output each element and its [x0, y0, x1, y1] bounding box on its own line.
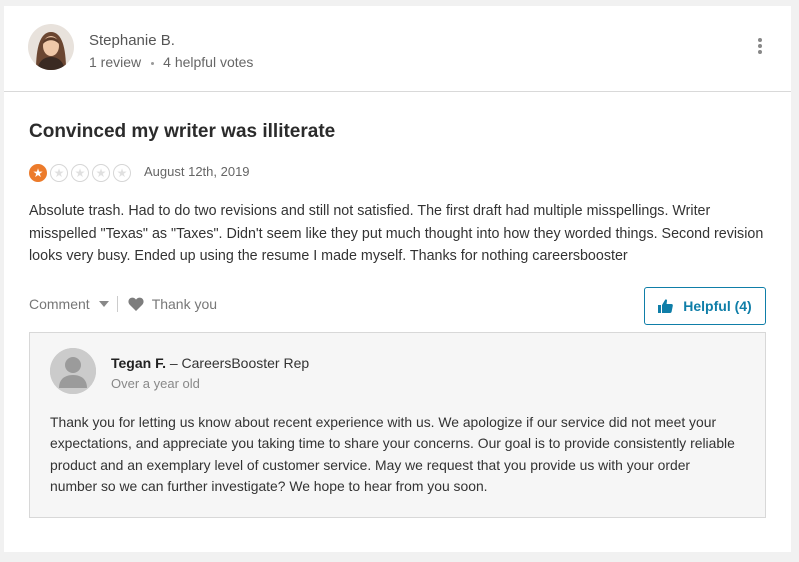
thank-you-label: Thank you — [151, 296, 218, 312]
star-empty-icon: ★ — [50, 164, 68, 182]
business-reply: Tegan F. – CareersBooster Rep Over a yea… — [29, 332, 766, 518]
comment-label: Comment — [29, 296, 90, 312]
review-title: Convinced my writer was illiterate — [29, 121, 336, 142]
review-card: Stephanie B. 1 review 4 helpful votes Con… — [4, 6, 791, 552]
helpful-label: Helpful (4) — [683, 298, 752, 314]
star-filled-icon: ★ — [29, 164, 47, 182]
reviewer-name[interactable]: Stephanie B. — [89, 32, 175, 49]
reply-author: Tegan F. – CareersBooster Rep — [111, 355, 309, 371]
reply-author-name: Tegan F. — [111, 355, 166, 371]
reply-time: Over a year old — [111, 376, 200, 391]
reviewer-meta: 1 review 4 helpful votes — [89, 54, 253, 70]
thank-you-button[interactable]: Thank you — [128, 296, 217, 312]
more-vertical-icon[interactable] — [752, 38, 768, 58]
reply-body: Thank you for letting us know about rece… — [50, 414, 735, 494]
review-date: August 12th, 2019 — [144, 164, 250, 179]
thumbs-up-icon — [658, 299, 674, 313]
reply-avatar — [50, 348, 96, 394]
helpful-votes-count: 4 helpful votes — [163, 54, 254, 70]
reviewer-header: Stephanie B. 1 review 4 helpful votes — [4, 6, 791, 92]
divider — [116, 296, 118, 312]
review-body: Absolute trash. Had to do two revisions … — [29, 203, 764, 264]
reply-author-role: – CareersBooster Rep — [165, 355, 310, 371]
heart-icon — [128, 297, 144, 311]
star-empty-icon: ★ — [113, 164, 131, 182]
separator-dot — [151, 61, 155, 65]
reviewer-avatar[interactable] — [28, 24, 74, 70]
review-count: 1 review — [89, 54, 142, 70]
review-actions: Comment Thank you — [29, 295, 217, 313]
star-empty-icon: ★ — [71, 164, 89, 182]
comment-button[interactable]: Comment — [29, 296, 109, 312]
star-empty-icon: ★ — [92, 164, 110, 182]
chevron-down-icon — [98, 301, 109, 307]
star-rating: ★ ★ ★ ★ ★ — [29, 164, 131, 182]
helpful-button[interactable]: Helpful (4) — [644, 287, 766, 325]
